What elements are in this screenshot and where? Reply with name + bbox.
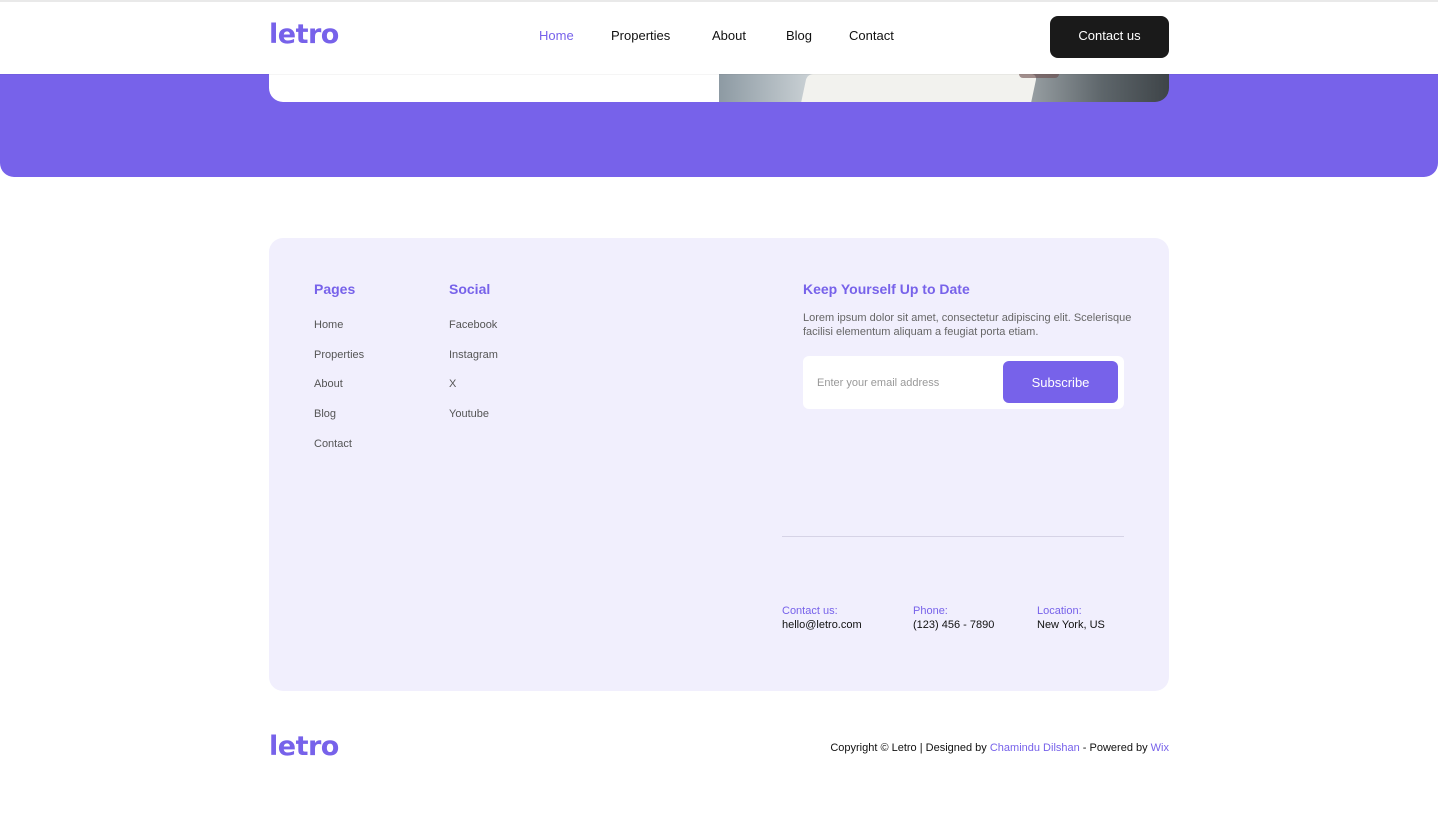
contact-phone-label: Phone: [913, 605, 948, 617]
contact-location-label: Location: [1037, 605, 1082, 617]
social-link-instagram[interactable]: Instagram [449, 349, 498, 379]
pages-link-about[interactable]: About [314, 378, 364, 408]
designer-link[interactable]: Chamindu Dilshan [990, 742, 1080, 754]
hero-image-book [800, 74, 1038, 102]
social-list: Facebook Instagram X Youtube [449, 319, 498, 438]
email-input[interactable] [817, 369, 997, 397]
header-logo[interactable]: letro [269, 19, 339, 50]
newsletter-title: Keep Yourself Up to Date [803, 281, 970, 297]
nav-home[interactable]: Home [539, 28, 574, 43]
pages-link-home[interactable]: Home [314, 319, 364, 349]
site-header: letro Home Properties About Blog Contact… [0, 0, 1438, 74]
nav-blog[interactable]: Blog [786, 28, 812, 43]
pages-list: Home Properties About Blog Contact [314, 319, 364, 467]
footer-logo[interactable]: letro [269, 731, 339, 762]
pages-link-properties[interactable]: Properties [314, 349, 364, 379]
newsletter-text: Lorem ipsum dolor sit amet, consectetur … [803, 312, 1132, 338]
social-link-facebook[interactable]: Facebook [449, 319, 498, 349]
contact-location-block: Location: New York, US [1037, 604, 1105, 632]
footer-divider [782, 536, 1124, 537]
copyright-text: Copyright © Letro | Designed by Chamindu… [830, 742, 1169, 754]
contact-email-block: Contact us: hello@letro.com [782, 604, 862, 632]
pages-link-blog[interactable]: Blog [314, 408, 364, 438]
newsletter-form: Subscribe [803, 356, 1124, 409]
contact-email-label: Contact us: [782, 605, 838, 617]
header-top-border [0, 0, 1438, 2]
nav-contact[interactable]: Contact [849, 28, 894, 43]
contact-location-value: New York, US [1037, 619, 1105, 631]
powered-prefix: - Powered by [1079, 742, 1151, 754]
pages-title: Pages [314, 281, 356, 297]
nav-about[interactable]: About [712, 28, 746, 43]
footer-card: Pages Home Properties About Blog Contact… [269, 238, 1169, 691]
contact-phone-block: Phone: (123) 456 - 7890 [913, 604, 994, 632]
contact-us-button[interactable]: Contact us [1050, 16, 1169, 58]
copyright-prefix: Copyright © Letro | Designed by [830, 742, 990, 754]
social-link-x[interactable]: X [449, 378, 498, 408]
social-link-youtube[interactable]: Youtube [449, 408, 498, 438]
contact-email-value[interactable]: hello@letro.com [782, 618, 862, 632]
nav-properties[interactable]: Properties [611, 28, 670, 43]
platform-link[interactable]: Wix [1151, 742, 1169, 754]
social-title: Social [449, 281, 491, 297]
contact-phone-value[interactable]: (123) 456 - 7890 [913, 618, 994, 632]
pages-link-contact[interactable]: Contact [314, 438, 364, 468]
subscribe-button[interactable]: Subscribe [1003, 361, 1118, 403]
